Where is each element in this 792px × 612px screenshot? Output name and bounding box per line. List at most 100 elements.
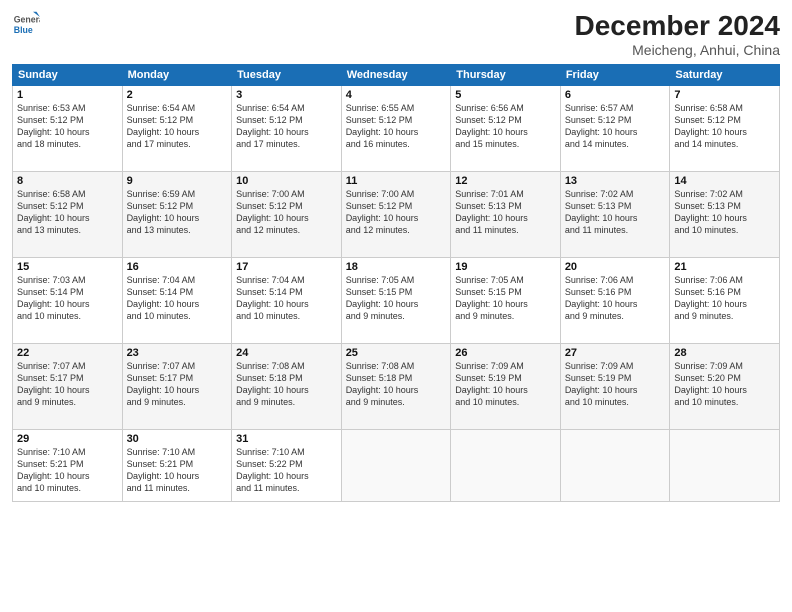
weekday-header-friday: Friday [560,65,670,86]
day-cell-10: 10Sunrise: 7:00 AM Sunset: 5:12 PM Dayli… [232,172,342,258]
day-number-21: 21 [674,261,775,273]
day-cell-23: 23Sunrise: 7:07 AM Sunset: 5:17 PM Dayli… [122,344,232,430]
day-number-26: 26 [455,347,556,359]
day-cell-4: 4Sunrise: 6:55 AM Sunset: 5:12 PM Daylig… [341,86,451,172]
day-info-21: Sunrise: 7:06 AM Sunset: 5:16 PM Dayligh… [674,274,775,323]
day-info-12: Sunrise: 7:01 AM Sunset: 5:13 PM Dayligh… [455,188,556,237]
weekday-header-thursday: Thursday [451,65,561,86]
day-cell-15: 15Sunrise: 7:03 AM Sunset: 5:14 PM Dayli… [13,258,123,344]
day-info-9: Sunrise: 6:59 AM Sunset: 5:12 PM Dayligh… [127,188,228,237]
header: General Blue December 2024 Meicheng, Anh… [12,10,780,58]
title-block: December 2024 Meicheng, Anhui, China [575,10,780,58]
day-number-19: 19 [455,261,556,273]
week-row-3: 15Sunrise: 7:03 AM Sunset: 5:14 PM Dayli… [13,258,780,344]
weekday-header-wednesday: Wednesday [341,65,451,86]
day-number-29: 29 [17,433,118,445]
day-info-18: Sunrise: 7:05 AM Sunset: 5:15 PM Dayligh… [346,274,447,323]
day-number-9: 9 [127,175,228,187]
day-number-24: 24 [236,347,337,359]
day-number-2: 2 [127,89,228,101]
day-info-28: Sunrise: 7:09 AM Sunset: 5:20 PM Dayligh… [674,360,775,409]
day-cell-1: 1Sunrise: 6:53 AM Sunset: 5:12 PM Daylig… [13,86,123,172]
day-info-8: Sunrise: 6:58 AM Sunset: 5:12 PM Dayligh… [17,188,118,237]
day-cell-7: 7Sunrise: 6:58 AM Sunset: 5:12 PM Daylig… [670,86,780,172]
day-cell-26: 26Sunrise: 7:09 AM Sunset: 5:19 PM Dayli… [451,344,561,430]
day-cell-24: 24Sunrise: 7:08 AM Sunset: 5:18 PM Dayli… [232,344,342,430]
day-cell-8: 8Sunrise: 6:58 AM Sunset: 5:12 PM Daylig… [13,172,123,258]
day-info-31: Sunrise: 7:10 AM Sunset: 5:22 PM Dayligh… [236,446,337,495]
empty-cell [341,430,451,502]
day-info-13: Sunrise: 7:02 AM Sunset: 5:13 PM Dayligh… [565,188,666,237]
day-info-29: Sunrise: 7:10 AM Sunset: 5:21 PM Dayligh… [17,446,118,495]
day-number-31: 31 [236,433,337,445]
day-cell-5: 5Sunrise: 6:56 AM Sunset: 5:12 PM Daylig… [451,86,561,172]
day-number-11: 11 [346,175,447,187]
day-info-15: Sunrise: 7:03 AM Sunset: 5:14 PM Dayligh… [17,274,118,323]
day-number-15: 15 [17,261,118,273]
day-info-25: Sunrise: 7:08 AM Sunset: 5:18 PM Dayligh… [346,360,447,409]
day-number-13: 13 [565,175,666,187]
day-cell-17: 17Sunrise: 7:04 AM Sunset: 5:14 PM Dayli… [232,258,342,344]
day-info-3: Sunrise: 6:54 AM Sunset: 5:12 PM Dayligh… [236,102,337,151]
week-row-4: 22Sunrise: 7:07 AM Sunset: 5:17 PM Dayli… [13,344,780,430]
day-info-23: Sunrise: 7:07 AM Sunset: 5:17 PM Dayligh… [127,360,228,409]
weekday-header-row: SundayMondayTuesdayWednesdayThursdayFrid… [13,65,780,86]
day-number-18: 18 [346,261,447,273]
day-info-24: Sunrise: 7:08 AM Sunset: 5:18 PM Dayligh… [236,360,337,409]
day-info-7: Sunrise: 6:58 AM Sunset: 5:12 PM Dayligh… [674,102,775,151]
day-number-7: 7 [674,89,775,101]
empty-cell [451,430,561,502]
day-info-14: Sunrise: 7:02 AM Sunset: 5:13 PM Dayligh… [674,188,775,237]
day-info-16: Sunrise: 7:04 AM Sunset: 5:14 PM Dayligh… [127,274,228,323]
calendar-table: SundayMondayTuesdayWednesdayThursdayFrid… [12,64,780,502]
day-cell-11: 11Sunrise: 7:00 AM Sunset: 5:12 PM Dayli… [341,172,451,258]
day-info-20: Sunrise: 7:06 AM Sunset: 5:16 PM Dayligh… [565,274,666,323]
day-info-19: Sunrise: 7:05 AM Sunset: 5:15 PM Dayligh… [455,274,556,323]
day-cell-12: 12Sunrise: 7:01 AM Sunset: 5:13 PM Dayli… [451,172,561,258]
day-info-6: Sunrise: 6:57 AM Sunset: 5:12 PM Dayligh… [565,102,666,151]
day-number-28: 28 [674,347,775,359]
day-cell-19: 19Sunrise: 7:05 AM Sunset: 5:15 PM Dayli… [451,258,561,344]
day-info-26: Sunrise: 7:09 AM Sunset: 5:19 PM Dayligh… [455,360,556,409]
location: Meicheng, Anhui, China [575,42,780,58]
weekday-header-monday: Monday [122,65,232,86]
day-number-4: 4 [346,89,447,101]
week-row-2: 8Sunrise: 6:58 AM Sunset: 5:12 PM Daylig… [13,172,780,258]
day-number-22: 22 [17,347,118,359]
day-cell-20: 20Sunrise: 7:06 AM Sunset: 5:16 PM Dayli… [560,258,670,344]
calendar-body: 1Sunrise: 6:53 AM Sunset: 5:12 PM Daylig… [13,86,780,502]
day-info-22: Sunrise: 7:07 AM Sunset: 5:17 PM Dayligh… [17,360,118,409]
weekday-header-sunday: Sunday [13,65,123,86]
day-info-11: Sunrise: 7:00 AM Sunset: 5:12 PM Dayligh… [346,188,447,237]
day-number-30: 30 [127,433,228,445]
day-number-6: 6 [565,89,666,101]
month-title: December 2024 [575,10,780,42]
day-number-14: 14 [674,175,775,187]
day-cell-16: 16Sunrise: 7:04 AM Sunset: 5:14 PM Dayli… [122,258,232,344]
day-info-2: Sunrise: 6:54 AM Sunset: 5:12 PM Dayligh… [127,102,228,151]
weekday-header-tuesday: Tuesday [232,65,342,86]
day-cell-18: 18Sunrise: 7:05 AM Sunset: 5:15 PM Dayli… [341,258,451,344]
day-info-17: Sunrise: 7:04 AM Sunset: 5:14 PM Dayligh… [236,274,337,323]
day-cell-6: 6Sunrise: 6:57 AM Sunset: 5:12 PM Daylig… [560,86,670,172]
day-info-27: Sunrise: 7:09 AM Sunset: 5:19 PM Dayligh… [565,360,666,409]
day-info-10: Sunrise: 7:00 AM Sunset: 5:12 PM Dayligh… [236,188,337,237]
day-cell-2: 2Sunrise: 6:54 AM Sunset: 5:12 PM Daylig… [122,86,232,172]
logo: General Blue [12,10,40,38]
day-cell-9: 9Sunrise: 6:59 AM Sunset: 5:12 PM Daylig… [122,172,232,258]
day-number-27: 27 [565,347,666,359]
day-number-25: 25 [346,347,447,359]
empty-cell [560,430,670,502]
day-cell-28: 28Sunrise: 7:09 AM Sunset: 5:20 PM Dayli… [670,344,780,430]
day-cell-14: 14Sunrise: 7:02 AM Sunset: 5:13 PM Dayli… [670,172,780,258]
day-number-12: 12 [455,175,556,187]
day-cell-31: 31Sunrise: 7:10 AM Sunset: 5:22 PM Dayli… [232,430,342,502]
week-row-1: 1Sunrise: 6:53 AM Sunset: 5:12 PM Daylig… [13,86,780,172]
day-number-20: 20 [565,261,666,273]
day-info-30: Sunrise: 7:10 AM Sunset: 5:21 PM Dayligh… [127,446,228,495]
week-row-5: 29Sunrise: 7:10 AM Sunset: 5:21 PM Dayli… [13,430,780,502]
day-cell-30: 30Sunrise: 7:10 AM Sunset: 5:21 PM Dayli… [122,430,232,502]
svg-text:General: General [14,14,40,24]
calendar-container: General Blue December 2024 Meicheng, Anh… [0,0,792,612]
day-cell-3: 3Sunrise: 6:54 AM Sunset: 5:12 PM Daylig… [232,86,342,172]
